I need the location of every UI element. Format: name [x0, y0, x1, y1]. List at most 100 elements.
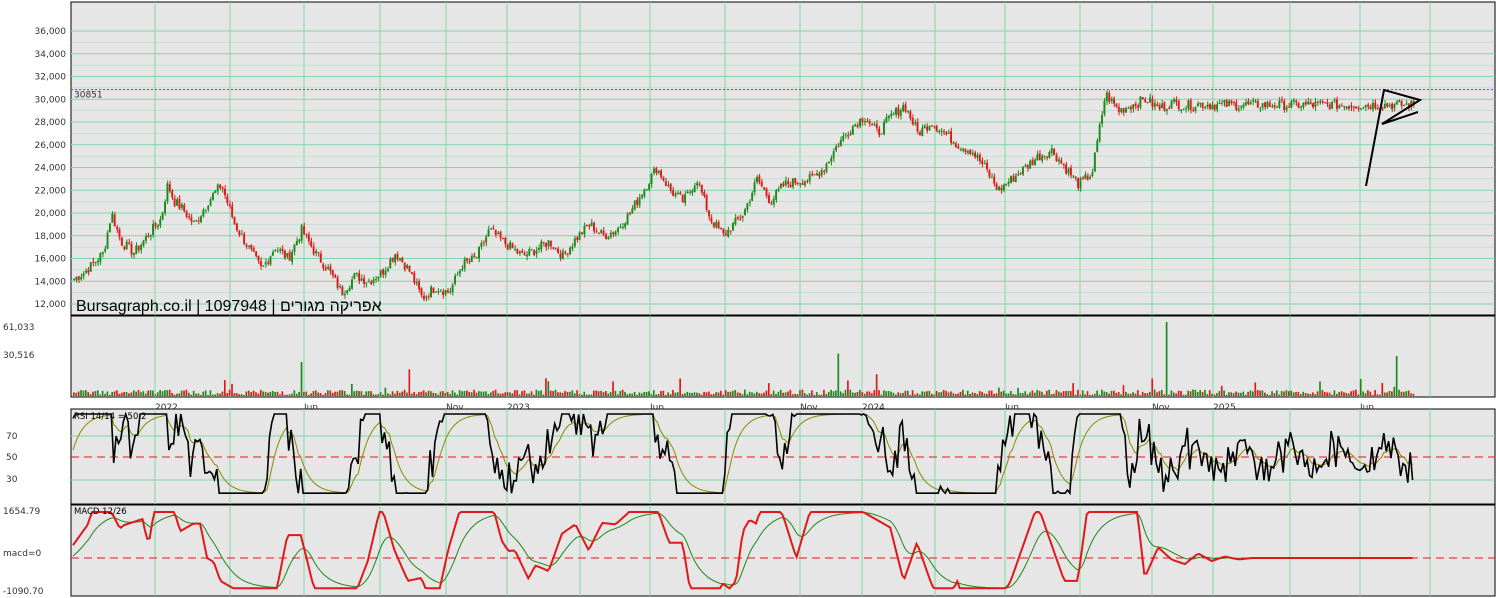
candle-body: [1010, 175, 1012, 183]
volume-bar: [583, 391, 586, 396]
candle-body: [396, 254, 399, 260]
volume-bar: [1060, 392, 1063, 396]
candle-body: [202, 209, 205, 216]
volume-bar: [1240, 392, 1242, 396]
volume-bar: [1395, 356, 1398, 396]
volume-bar: [545, 378, 547, 396]
volume-bar: [911, 390, 914, 396]
candle-body: [811, 174, 814, 176]
volume-bar: [873, 390, 876, 396]
candle-body: [384, 270, 387, 276]
volume-bar: [1345, 393, 1348, 396]
candle-body: [1259, 108, 1262, 110]
candle-body: [394, 254, 397, 263]
volume-bar: [664, 394, 667, 396]
volume-bar: [619, 391, 622, 396]
rsi-tick-30: 30: [6, 475, 18, 485]
volume-bar: [1067, 390, 1070, 396]
volume-bar: [274, 391, 276, 396]
volume-bar: [235, 393, 238, 396]
volume-bar: [346, 394, 348, 396]
candle-body: [799, 183, 802, 185]
volume-bar: [724, 390, 727, 396]
candle-body: [847, 135, 849, 137]
candle-body: [403, 262, 406, 270]
volume-bar: [549, 390, 552, 396]
volume-bar: [1242, 391, 1245, 396]
candle-body: [1388, 104, 1391, 107]
candle-body: [607, 236, 610, 240]
candle-body: [569, 247, 571, 255]
candle-body: [971, 152, 974, 155]
volume-bar: [755, 391, 758, 396]
volume-bar: [859, 389, 861, 396]
volume-bar: [283, 394, 286, 396]
volume-bar: [645, 391, 648, 396]
volume-bar: [470, 392, 473, 396]
volume-bar: [844, 389, 847, 396]
macd-tick-low: -1090.70: [3, 587, 44, 597]
candle-body: [835, 146, 837, 151]
price-y-tick: 24,000: [35, 164, 67, 174]
volume-bar: [835, 390, 837, 396]
candle-body: [1156, 104, 1159, 106]
volume-bar: [993, 393, 995, 396]
candle-body: [1386, 103, 1389, 107]
volume-bar: [257, 393, 260, 396]
candle-body: [813, 174, 816, 176]
candle-body: [894, 107, 897, 115]
volume-bar: [350, 383, 353, 396]
volume-bar: [329, 390, 332, 396]
volume-bar: [739, 392, 741, 396]
candle-body: [1328, 104, 1331, 110]
candle-body: [928, 126, 931, 131]
candle-body: [772, 198, 775, 205]
volume-bar: [868, 391, 871, 396]
volume-bar: [219, 393, 221, 396]
volume-bar: [791, 394, 794, 396]
candle-body: [554, 247, 557, 249]
candle-body: [374, 279, 377, 281]
volume-bar: [624, 391, 626, 396]
volume-bar: [216, 393, 219, 396]
candle-body: [295, 240, 298, 246]
candle-body: [346, 290, 349, 294]
candle-body: [73, 279, 75, 281]
candle-body: [267, 262, 270, 264]
volume-bar: [722, 394, 725, 396]
volume-bar: [906, 390, 909, 396]
volume-bar: [377, 394, 380, 396]
volume-bar: [80, 390, 82, 396]
candle-body: [1024, 165, 1027, 167]
candle-body: [890, 113, 893, 117]
candle-body: [1196, 103, 1199, 107]
candle-body: [336, 277, 339, 289]
candle-body: [463, 259, 466, 269]
volume-bar: [686, 391, 689, 396]
candle-body: [1278, 100, 1281, 108]
candle-body: [221, 187, 224, 189]
candle-body: [1403, 104, 1405, 106]
candle-body: [1089, 176, 1092, 179]
volume-bar: [418, 392, 420, 396]
volume-bar: [370, 391, 372, 396]
volume-bar: [892, 392, 895, 396]
candle-body: [633, 200, 636, 210]
volume-bar: [243, 394, 245, 396]
candle-body: [190, 217, 193, 222]
candle-body: [954, 143, 957, 148]
volume-bar: [286, 394, 288, 396]
candle-body: [1295, 100, 1298, 103]
candle-body: [830, 158, 833, 162]
candle-body: [288, 251, 291, 261]
volume-bar: [293, 390, 296, 396]
volume-bar: [73, 392, 75, 396]
volume-bar: [875, 374, 878, 396]
volume-bar: [214, 394, 217, 396]
volume-bar: [501, 393, 504, 396]
candle-body: [933, 126, 936, 128]
candle-body: [626, 213, 629, 225]
volume-bar: [523, 390, 526, 396]
candle-body: [624, 223, 627, 228]
volume-bar: [573, 393, 576, 396]
